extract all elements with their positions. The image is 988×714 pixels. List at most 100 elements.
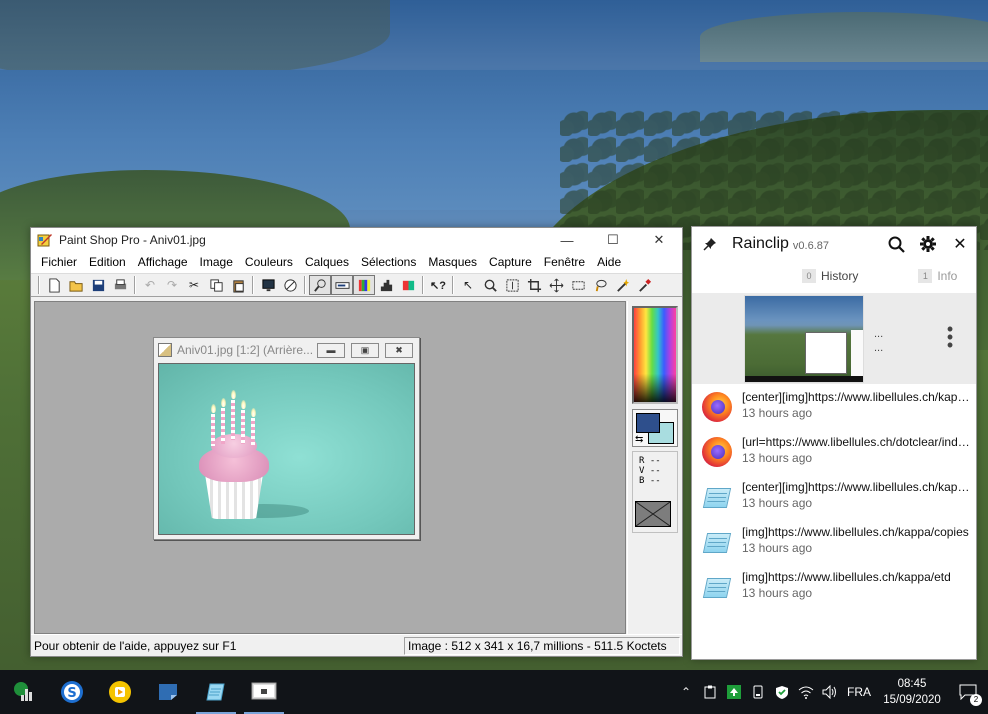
dropper-tool-icon[interactable]	[633, 275, 655, 295]
maximize-button[interactable]: ☐	[590, 228, 636, 252]
gear-icon[interactable]	[912, 228, 944, 260]
clipboard-history-list: ... ... • • • [center][img]https://www.lib…	[692, 293, 976, 609]
save-icon[interactable]	[87, 275, 109, 295]
menu-masques[interactable]: Masques	[422, 252, 483, 273]
action-center-icon[interactable]: 2	[948, 670, 988, 714]
magic-wand-icon[interactable]	[611, 275, 633, 295]
zoom-tool-icon[interactable]	[479, 275, 501, 295]
candle	[221, 408, 225, 444]
more-options-icon[interactable]: • • •	[940, 320, 960, 354]
color-palette-toggle-icon[interactable]	[353, 275, 375, 295]
menu-image[interactable]: Image	[194, 252, 239, 273]
input-language-indicator[interactable]: FRA	[842, 685, 876, 699]
print-icon[interactable]	[109, 275, 131, 295]
candle-flame	[231, 390, 236, 399]
menu-calques[interactable]: Calques	[299, 252, 355, 273]
menu-capture[interactable]: Capture	[483, 252, 538, 273]
taskbar-sticky-notes-icon[interactable]	[144, 670, 192, 714]
device-tray-icon[interactable]	[746, 670, 770, 714]
wallpaper-land-right	[700, 12, 988, 62]
open-folder-icon[interactable]	[65, 275, 87, 295]
pin-icon[interactable]	[702, 236, 718, 252]
close-icon[interactable]: ✕	[944, 228, 976, 260]
context-help-icon[interactable]: ↖?	[427, 275, 449, 295]
volume-icon[interactable]	[818, 670, 842, 714]
new-file-icon[interactable]	[43, 275, 65, 295]
cut-icon[interactable]: ✂	[183, 275, 205, 295]
history-count-badge: 0	[802, 269, 816, 283]
doc-close-button[interactable]: ✖	[385, 342, 413, 358]
layers-palette-icon[interactable]	[397, 275, 419, 295]
clipboard-item[interactable]: [center][img]https://www.libellules.ch/k…	[692, 384, 976, 429]
psp-workspace[interactable]: Aniv01.jpg [1:2] (Arrière... ▬ ▣ ✖	[34, 301, 626, 634]
taskbar-paint-shop-pro-icon[interactable]	[240, 670, 288, 714]
browse-icon[interactable]	[279, 275, 301, 295]
full-screen-preview-icon[interactable]	[257, 275, 279, 295]
clipboard-item-image[interactable]: ... ... • • •	[692, 293, 976, 384]
foreground-color-swatch[interactable]	[636, 413, 660, 433]
taskbar-notepad-icon[interactable]	[192, 670, 240, 714]
system-clock[interactable]: 08:45 15/09/2020	[876, 676, 948, 708]
upload-tray-icon[interactable]	[722, 670, 746, 714]
menu-fenetre[interactable]: Fenêtre	[538, 252, 591, 273]
wallpaper-land-left	[0, 0, 390, 80]
doc-maximize-button[interactable]: ▣	[351, 342, 379, 358]
tab-history-label: History	[821, 269, 859, 283]
image-document-window[interactable]: Aniv01.jpg [1:2] (Arrière... ▬ ▣ ✖	[153, 337, 420, 540]
tab-history[interactable]: 0 History	[802, 269, 858, 283]
notepad-icon	[700, 525, 734, 559]
tab-info[interactable]: 1 Info	[918, 269, 957, 283]
taskbar-media-player-icon[interactable]	[96, 670, 144, 714]
clipboard-item[interactable]: [center][img]https://www.libellules.ch/k…	[692, 474, 976, 519]
birthday-cupcake-image[interactable]	[158, 363, 415, 535]
image-item-meta-line1: ...	[874, 328, 884, 340]
taskbar-app-green-icon[interactable]	[0, 670, 48, 714]
clipboard-item[interactable]: [url=https://www.libellules.ch/dotclear/…	[692, 429, 976, 474]
selection-tool-icon[interactable]	[567, 275, 589, 295]
copy-icon[interactable]	[205, 275, 227, 295]
menu-edition[interactable]: Edition	[83, 252, 132, 273]
menu-couleurs[interactable]: Couleurs	[239, 252, 299, 273]
undo-icon[interactable]: ↶	[139, 275, 161, 295]
menu-aide[interactable]: Aide	[591, 252, 627, 273]
doc-minimize-button[interactable]: ▬	[317, 342, 345, 358]
show-hidden-icons-icon[interactable]: ⌃	[674, 670, 698, 714]
swap-colors-icon[interactable]: ⇆	[635, 434, 643, 445]
thumbnail-window	[805, 332, 847, 374]
menu-selections[interactable]: Sélections	[355, 252, 422, 273]
close-button[interactable]: ✕	[636, 228, 682, 252]
clipboard-item[interactable]: [img]https://www.libellules.ch/kappa/etd…	[692, 564, 976, 609]
foreground-background-swatches[interactable]: ⇆	[632, 409, 678, 447]
tool-options-toggle-icon[interactable]	[331, 275, 353, 295]
security-shield-icon[interactable]	[770, 670, 794, 714]
svg-text:S: S	[67, 686, 76, 701]
arrow-tool-icon[interactable]: ↖	[457, 275, 479, 295]
search-icon[interactable]	[880, 228, 912, 260]
histogram-icon[interactable]	[375, 275, 397, 295]
blue-value: B --	[639, 476, 661, 486]
redo-icon[interactable]: ↷	[161, 275, 183, 295]
taskbar-app-blue-s-icon[interactable]: S	[48, 670, 96, 714]
freehand-selection-icon[interactable]	[589, 275, 611, 295]
minimize-button[interactable]: —	[544, 228, 590, 252]
color-picker-spectrum[interactable]	[632, 306, 678, 404]
psp-title-bar[interactable]: Paint Shop Pro - Aniv01.jpg — ☐ ✕	[31, 228, 682, 252]
color-palette-panel: ⇆ R -- V -- B --	[627, 301, 681, 634]
candle-flame	[221, 398, 226, 407]
menu-fichier[interactable]: Fichier	[35, 252, 83, 273]
menu-affichage[interactable]: Affichage	[132, 252, 194, 273]
notification-count-badge: 2	[970, 694, 982, 706]
wifi-icon[interactable]	[794, 670, 818, 714]
crop-tool-icon[interactable]	[523, 275, 545, 295]
deformation-tool-icon[interactable]	[501, 275, 523, 295]
clipboard-tray-icon[interactable]	[698, 670, 722, 714]
document-title-bar[interactable]: Aniv01.jpg [1:2] (Arrière... ▬ ▣ ✖	[154, 338, 419, 362]
texture-swatch[interactable]	[635, 501, 671, 527]
clipboard-item[interactable]: [img]https://www.libellules.ch/kappa/cop…	[692, 519, 976, 564]
zoom-toolbar-toggle-icon[interactable]	[309, 275, 331, 295]
texture-none-icon	[635, 501, 671, 527]
paste-icon[interactable]	[227, 275, 249, 295]
rainclip-header: Rainclip v0.6.87 ✕	[692, 227, 976, 261]
paint-shop-pro-window: Paint Shop Pro - Aniv01.jpg — ☐ ✕ Fichie…	[30, 227, 683, 657]
move-tool-icon[interactable]	[545, 275, 567, 295]
